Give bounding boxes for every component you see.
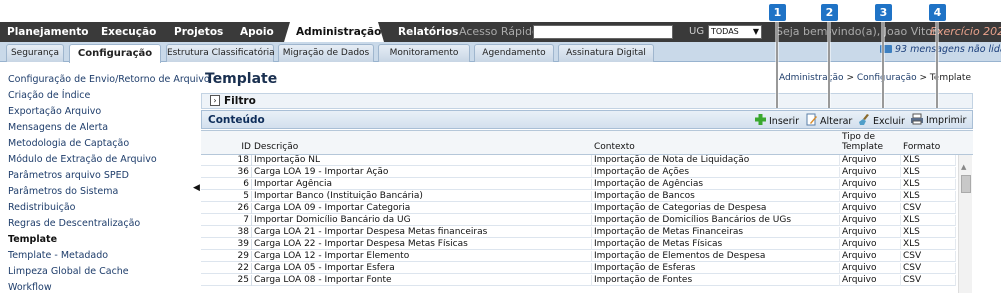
cell-tipo: Arquivo (840, 203, 901, 214)
cell-id: 25 (201, 275, 252, 286)
cell-formato: CSV (901, 263, 956, 274)
sidebar-item-metodologia-captacao[interactable]: Metodologia de Captação (8, 138, 129, 149)
sidebar-item-mensagens-alerta[interactable]: Mensagens de Alerta (8, 122, 108, 133)
cell-descricao: Carga LOA 12 - Importar Elemento (252, 251, 592, 262)
sidebar-item-template-metadado[interactable]: Template - Metadado (8, 250, 108, 261)
cell-contexto: Importação de Esferas (592, 263, 840, 274)
cell-contexto: Importação de Nota de Liquidação (592, 155, 840, 166)
cell-tipo: Arquivo (840, 215, 901, 226)
cell-tipo: Arquivo (840, 167, 901, 178)
cell-id: 5 (201, 191, 252, 202)
cell-tipo: Arquivo (840, 263, 901, 274)
cell-tipo: Arquivo (840, 251, 901, 262)
cell-formato: XLS (901, 215, 956, 226)
column-header-tipo-line2[interactable]: Template (842, 142, 883, 152)
cell-contexto: Importação de Metas Físicas (592, 239, 840, 250)
cell-descricao: Carga LOA 08 - Importar Fonte (252, 275, 592, 286)
cell-tipo: Arquivo (840, 275, 901, 286)
column-header-descricao[interactable]: Descrição (254, 142, 298, 152)
cell-id: 7 (201, 215, 252, 226)
cell-formato: XLS (901, 239, 956, 250)
cell-id: 29 (201, 251, 252, 262)
cell-tipo: Arquivo (840, 179, 901, 190)
cell-tipo: Arquivo (840, 239, 901, 250)
scroll-up-icon[interactable]: ▲ (961, 163, 966, 171)
scroll-thumb[interactable] (961, 175, 971, 193)
cell-formato: XLS (901, 191, 956, 202)
cell-contexto: Importação de Agências (592, 179, 840, 190)
cell-tipo: Arquivo (840, 191, 901, 202)
cell-id: 18 (201, 155, 252, 166)
sidebar-item-redistribuicao[interactable]: Redistribuição (8, 202, 75, 213)
cell-id: 36 (201, 167, 252, 178)
cell-formato: XLS (901, 155, 956, 166)
cell-contexto: Importação de Bancos (592, 191, 840, 202)
table-row[interactable]: 36 Carga LOA 19 - Importar Ação Importação… (201, 167, 956, 178)
cell-contexto: Importação de Elementos de Despesa (592, 251, 840, 262)
table-row[interactable]: 26 Carga LOA 09 - Importar Categoria Impor… (201, 203, 956, 214)
cell-descricao: Importar Domicílio Bancário da UG (252, 215, 592, 226)
cell-tipo: Arquivo (840, 155, 901, 166)
column-header-id[interactable]: ID (205, 142, 251, 152)
sidebar-item-modulo-extracao[interactable]: Módulo de Extração de Arquivo (8, 154, 157, 165)
callout-arrows (775, 22, 939, 108)
cell-id: 26 (201, 203, 252, 214)
table-scrollbar[interactable]: ▲ (958, 155, 972, 293)
cell-id: 38 (201, 227, 252, 238)
cell-descricao: Carga LOA 09 - Importar Categoria (252, 203, 592, 214)
cell-contexto: Importação de Ações (592, 167, 840, 178)
cell-id: 22 (201, 263, 252, 274)
table-row[interactable]: 5 Importar Banco (Instituição Bancária) Im… (201, 191, 956, 202)
cell-formato: CSV (901, 275, 956, 286)
cell-descricao: Importação NL (252, 155, 592, 166)
cell-id: 6 (201, 179, 252, 190)
cell-tipo: Arquivo (840, 227, 901, 238)
cell-formato: CSV (901, 251, 956, 262)
sidebar-item-workflow[interactable]: Workflow (8, 282, 52, 293)
cell-descricao: Carga LOA 22 - Importar Despesa Metas Fí… (252, 239, 592, 250)
cell-formato: XLS (901, 227, 956, 238)
sidebar-item-limpeza-cache[interactable]: Limpeza Global de Cache (8, 266, 129, 277)
sidebar-item-parametros-sistema[interactable]: Parâmetros do Sistema (8, 186, 118, 197)
sidebar-collapse-handle[interactable]: ◀ (193, 183, 200, 197)
cell-descricao: Importar Banco (Instituição Bancária) (252, 191, 592, 202)
templates-table: ID Descrição Contexto Tipo de Template F… (201, 130, 973, 293)
cell-contexto: Importação de Fontes (592, 275, 840, 286)
cell-formato: CSV (901, 203, 956, 214)
table-row[interactable]: 29 Carga LOA 12 - Importar Elemento Import… (201, 251, 956, 262)
table-row[interactable]: 18 Importação NL Importação de Nota de Liq… (201, 155, 956, 166)
cell-descricao: Carga LOA 19 - Importar Ação (252, 167, 592, 178)
cell-contexto: Importação de Metas Financeiras (592, 227, 840, 238)
table-row[interactable]: 39 Carga LOA 22 - Importar Despesa Metas … (201, 239, 956, 250)
sidebar-item-regras-descentralizacao[interactable]: Regras de Descentralização (8, 218, 140, 229)
cell-descricao: Carga LOA 05 - Importar Esfera (252, 263, 592, 274)
sidebar-item-template[interactable]: Template (8, 234, 57, 245)
cell-formato: XLS (901, 167, 956, 178)
cell-descricao: Carga LOA 21 - Importar Despesa Metas fi… (252, 227, 592, 238)
table-row[interactable]: 38 Carga LOA 21 - Importar Despesa Metas … (201, 227, 956, 238)
cell-contexto: Importação de Domicílios Bancários de UG… (592, 215, 840, 226)
cell-formato: XLS (901, 179, 956, 190)
column-header-tipo-line1[interactable]: Tipo de (842, 132, 875, 142)
cell-descricao: Importar Agência (252, 179, 592, 190)
column-header-contexto[interactable]: Contexto (594, 142, 635, 152)
table-row[interactable]: 22 Carga LOA 05 - Importar Esfera Importaç… (201, 263, 956, 274)
table-row[interactable]: 25 Carga LOA 08 - Importar Fonte Importaçã… (201, 275, 956, 286)
sidebar-item-parametros-sped[interactable]: Parâmetros arquivo SPED (8, 170, 129, 181)
table-row[interactable]: 6 Importar Agência Importação de Agências A… (201, 179, 956, 190)
cell-id: 39 (201, 239, 252, 250)
column-header-formato[interactable]: Formato (903, 142, 940, 152)
table-header: ID Descrição Contexto Tipo de Template F… (201, 131, 973, 155)
table-row[interactable]: 7 Importar Domicílio Bancário da UG Import… (201, 215, 956, 226)
cell-contexto: Importação de Categorias de Despesa (592, 203, 840, 214)
